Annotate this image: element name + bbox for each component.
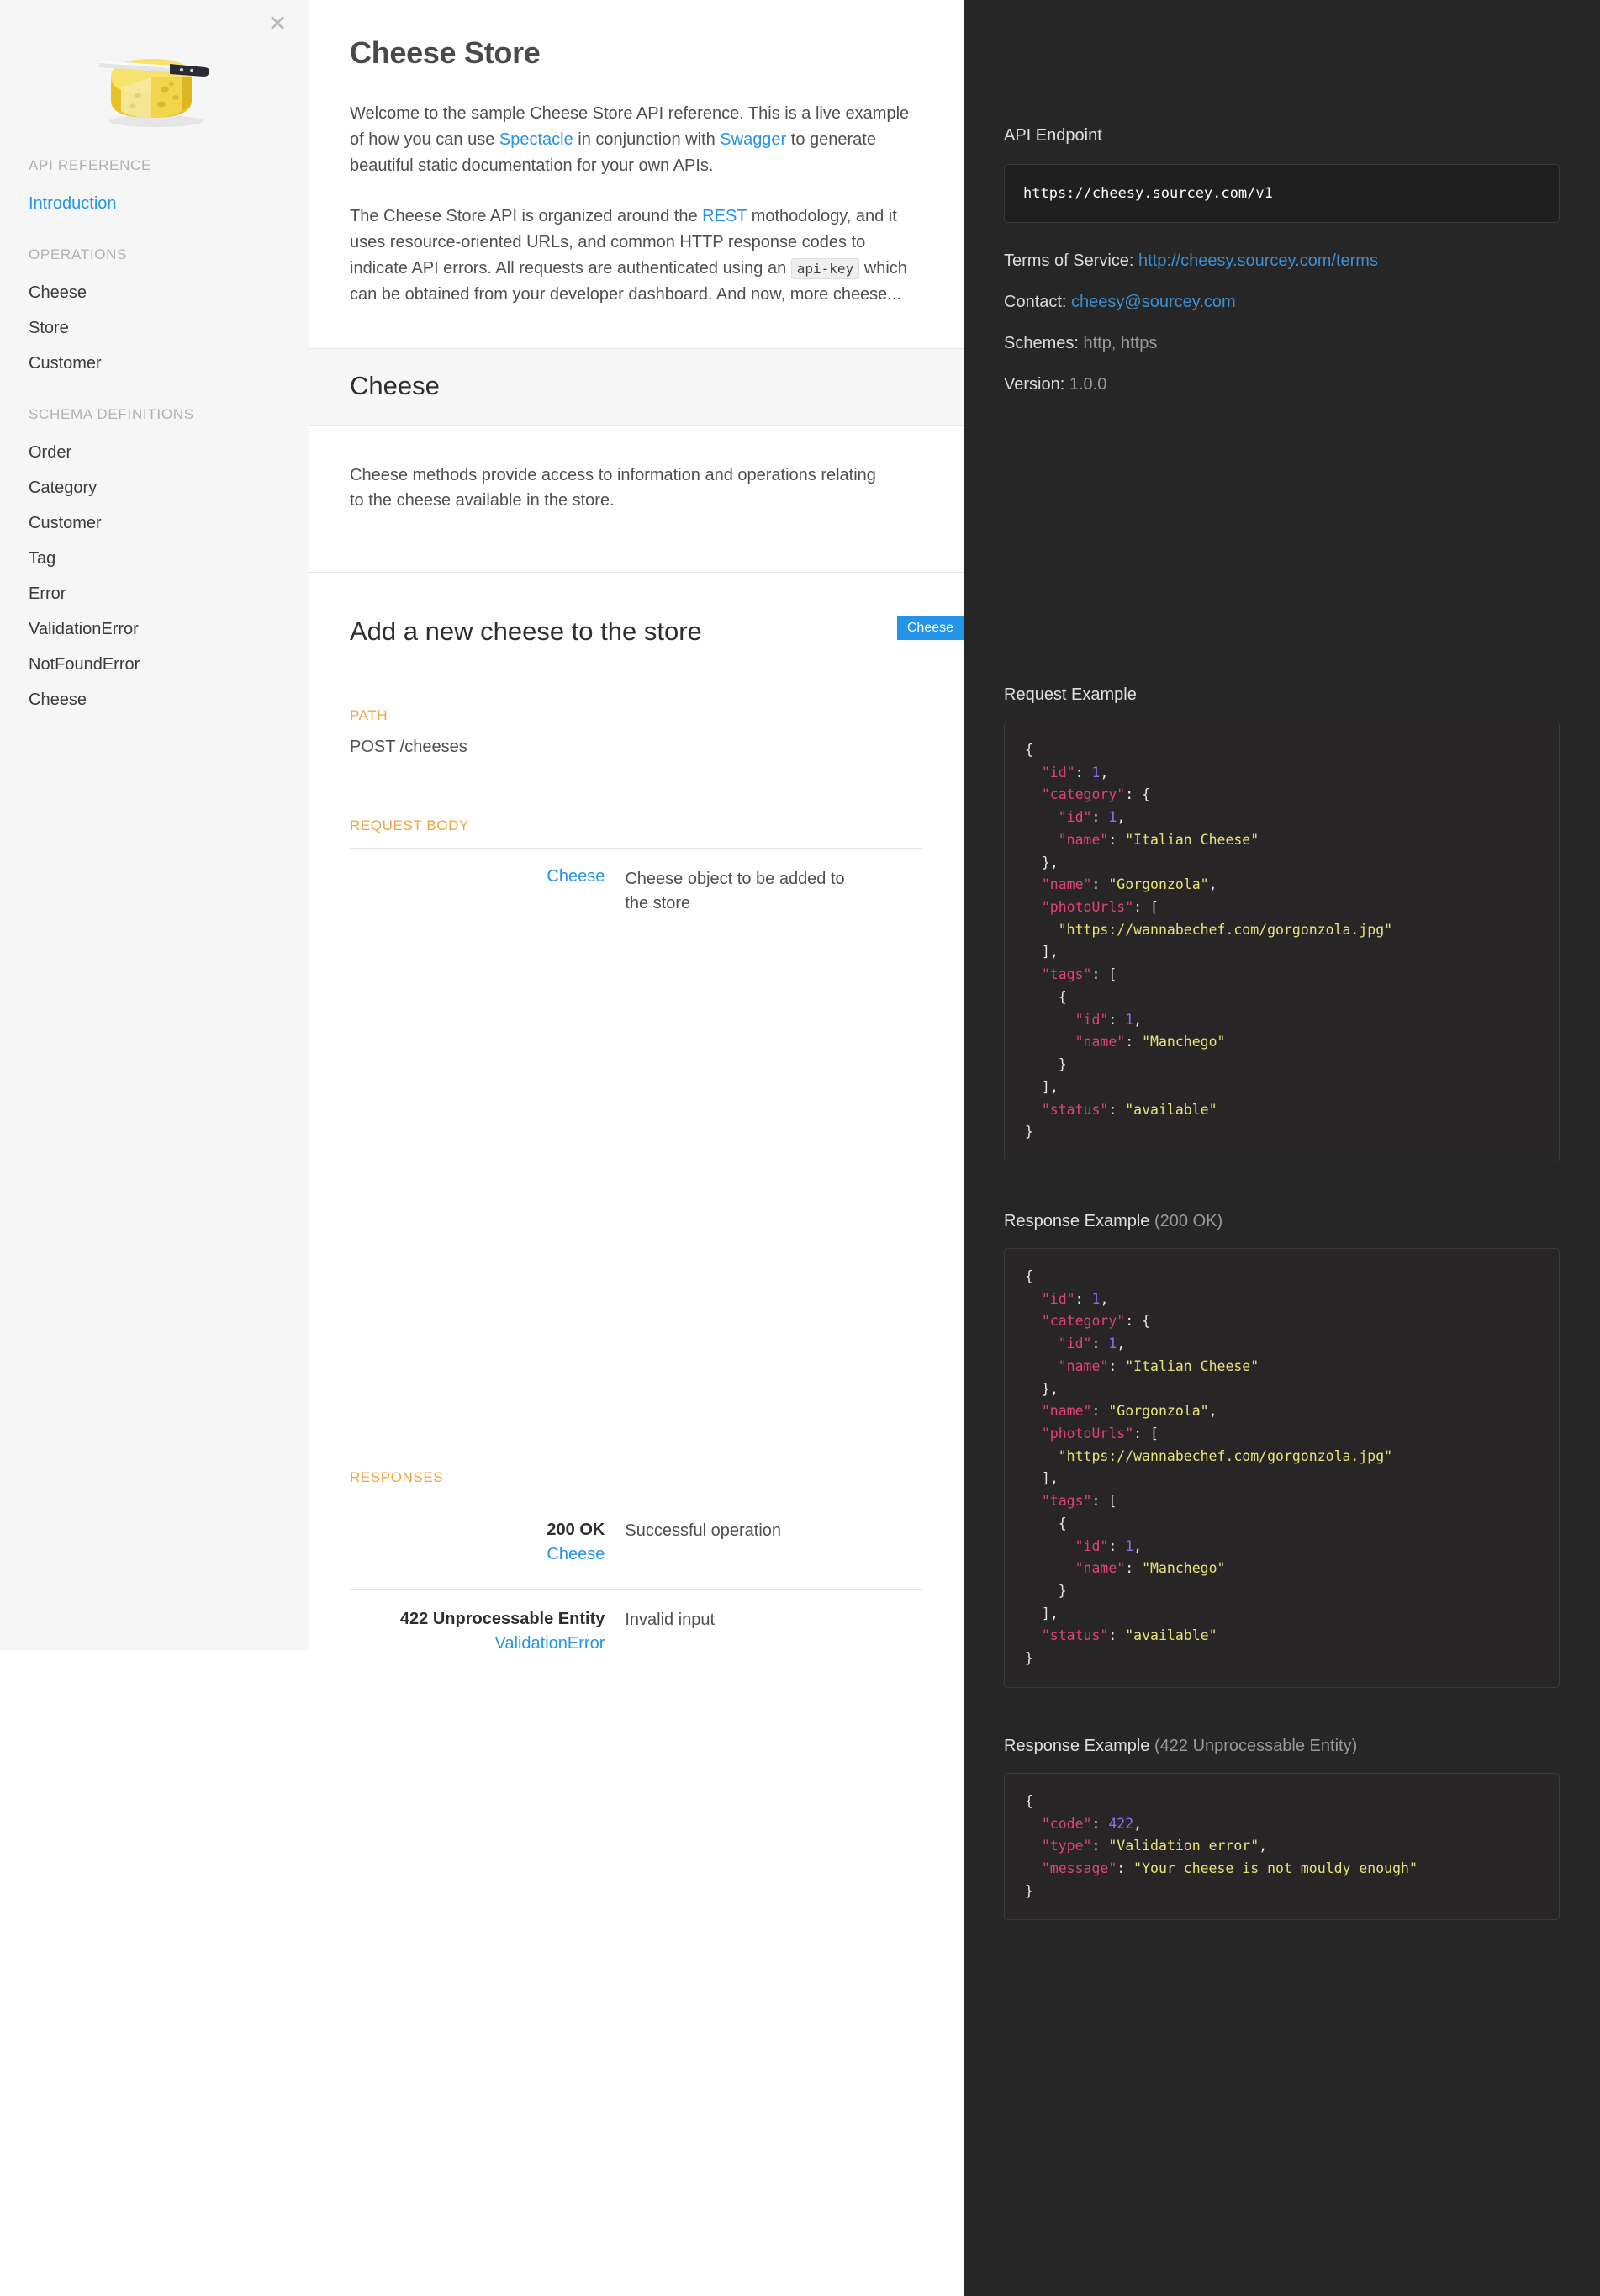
response-status-200: 200 OK Cheese xyxy=(350,1519,625,1567)
sidebar-item-order[interactable]: Order xyxy=(0,435,309,470)
response-422-title: Response Example xyxy=(1004,1736,1150,1755)
sidebar-item-store[interactable]: Store xyxy=(0,310,309,346)
swagger-link[interactable]: Swagger xyxy=(720,130,786,149)
logo xyxy=(0,0,309,157)
version-label: Version: xyxy=(1004,375,1065,394)
contact-email-link[interactable]: cheesy@sourcey.com xyxy=(1071,293,1236,311)
request-body-label: REQUEST BODY xyxy=(350,817,469,833)
nav-heading-api-reference: API REFERENCE xyxy=(29,157,152,173)
response-200-title: Response Example xyxy=(1004,1211,1150,1230)
sidebar-item-cheese[interactable]: Cheese xyxy=(0,275,309,310)
contact-line: Contact: cheesy@sourcey.com xyxy=(1004,293,1560,312)
section-description-text: Cheese methods provide access to informa… xyxy=(350,465,876,510)
schemes-line: Schemes: http, https xyxy=(1004,334,1560,353)
response-200-status: (200 OK) xyxy=(1154,1211,1223,1230)
request-example-code: { "id": 1, "category": { "id": 1, "name"… xyxy=(1004,722,1560,1161)
table-row: Cheese Cheese object to be added to the … xyxy=(350,849,923,938)
request-body-table: Cheese Cheese object to be added to the … xyxy=(350,849,923,938)
intro-p2-text-1: The Cheese Store API is organized around… xyxy=(350,207,703,226)
schemes-value: http, https xyxy=(1083,334,1158,352)
nav-heading-schema-definitions: SCHEMA DEFINITIONS xyxy=(29,406,194,422)
sidebar-item-introduction[interactable]: Introduction xyxy=(0,186,309,221)
sidebar-item-cheese-schema[interactable]: Cheese xyxy=(0,682,309,717)
sidebar-item-error[interactable]: Error xyxy=(0,576,309,611)
path-label: PATH xyxy=(350,706,388,723)
response-schema-link-200[interactable]: Cheese xyxy=(350,1542,605,1567)
response-200-code: { "id": 1, "category": { "id": 1, "name"… xyxy=(1004,1247,1560,1688)
api-key-code: api-key xyxy=(790,257,860,279)
intro-p1-text-2: in conjunction with xyxy=(573,130,721,149)
path-value: POST /cheeses xyxy=(350,737,467,756)
response-422-status: (422 Unprocessable Entity) xyxy=(1154,1736,1358,1755)
response-schema-link-422[interactable]: ValidationError xyxy=(350,1631,605,1656)
layout-spacer xyxy=(309,938,964,1409)
version-value: 1.0.0 xyxy=(1069,375,1107,394)
response-200-section: Response Example (200 OK) { "id": 1, "ca… xyxy=(1004,1161,1560,1688)
request-body-schema-link[interactable]: Cheese xyxy=(547,867,605,886)
nav-group-operations: OPERATIONS Cheese Store Customer xyxy=(0,246,309,381)
response-description-422: Invalid input xyxy=(625,1610,716,1629)
api-endpoint-box[interactable]: https://cheesy.sourcey.com/v1 xyxy=(1004,164,1560,223)
request-example-label: Request Example xyxy=(1004,685,1137,704)
response-status-code-422: 422 Unprocessable Entity xyxy=(399,1609,605,1628)
request-example-section: Request Example { "id": 1, "category": {… xyxy=(1004,416,1560,1161)
api-endpoint-label: API Endpoint xyxy=(1004,126,1102,145)
terms-of-service-link[interactable]: http://cheesy.sourcey.com/terms xyxy=(1138,251,1378,270)
close-icon[interactable]: ✕ xyxy=(265,12,290,37)
sidebar: ✕ API REFERENCE Introduction OPERATIONS … xyxy=(0,0,309,1650)
responses-table: 200 OK Cheese Successful operation 422 U… xyxy=(350,1500,923,1678)
request-body-description: Cheese object to be added to the store xyxy=(625,869,845,913)
cheese-wheel-with-knife-icon xyxy=(98,59,209,127)
section-description: Cheese methods provide access to informa… xyxy=(309,426,964,573)
intro-paragraph-1: Welcome to the sample Cheese Store API r… xyxy=(350,101,923,178)
page-root: ✕ API REFERENCE Introduction OPERATIONS … xyxy=(0,0,1600,2296)
response-200-label: Response Example (200 OK) xyxy=(1004,1212,1560,1231)
table-row: 422 Unprocessable Entity ValidationError… xyxy=(350,1590,923,1678)
request-body-key: Cheese xyxy=(350,867,625,916)
intro-block: Cheese Store Welcome to the sample Chees… xyxy=(309,35,964,308)
schemes-label: Schemes: xyxy=(1004,334,1079,352)
terms-of-service-line: Terms of Service: http://cheesy.sourcey.… xyxy=(1004,251,1560,271)
section-header-cheese: Cheese xyxy=(309,347,964,426)
version-line: Version: 1.0.0 xyxy=(1004,375,1560,394)
responses-label: RESPONSES xyxy=(350,1468,444,1485)
spectacle-link[interactable]: Spectacle xyxy=(499,130,573,149)
page-title: Cheese Store xyxy=(350,35,541,70)
operation-tag-badge[interactable]: Cheese xyxy=(896,616,964,641)
nav-group-api-reference: API REFERENCE Introduction xyxy=(0,157,309,221)
terms-of-service-label: Terms of Service: xyxy=(1004,251,1134,270)
nav-group-schema-definitions: SCHEMA DEFINITIONS Order Category Custom… xyxy=(0,406,309,717)
nav-heading-operations: OPERATIONS xyxy=(29,246,128,262)
api-endpoint-section: API Endpoint https://cheesy.sourcey.com/… xyxy=(1004,0,1560,394)
section-title: Cheese xyxy=(350,370,440,400)
sidebar-item-customer-schema[interactable]: Customer xyxy=(0,505,309,541)
response-422-code: { "code": 422, "type": "Validation error… xyxy=(1004,1772,1560,1921)
sidebar-item-category[interactable]: Category xyxy=(0,470,309,505)
side-panel: API Endpoint https://cheesy.sourcey.com/… xyxy=(964,0,1600,2296)
response-422-label: Response Example (422 Unprocessable Enti… xyxy=(1004,1737,1560,1756)
contact-label: Contact: xyxy=(1004,293,1067,311)
intro-paragraph-2: The Cheese Store API is organized around… xyxy=(350,204,923,307)
operation-title: Add a new cheese to the store xyxy=(350,616,702,646)
sidebar-item-notfounderror[interactable]: NotFoundError xyxy=(0,647,309,682)
response-description-200: Successful operation xyxy=(625,1521,782,1540)
response-status-422: 422 Unprocessable Entity ValidationError xyxy=(350,1608,625,1656)
response-status-code-200: 200 OK xyxy=(547,1520,605,1539)
sidebar-item-validationerror[interactable]: ValidationError xyxy=(0,611,309,647)
response-422-section: Response Example (422 Unprocessable Enti… xyxy=(1004,1688,1560,1921)
operation-block: Cheese Add a new cheese to the store PAT… xyxy=(309,616,964,1829)
layout-spacer-bottom xyxy=(309,1678,964,1779)
sidebar-item-tag[interactable]: Tag xyxy=(0,541,309,576)
rest-link[interactable]: REST xyxy=(702,207,747,225)
table-row: 200 OK Cheese Successful operation xyxy=(350,1500,923,1590)
main-content: Cheese Store Welcome to the sample Chees… xyxy=(309,0,964,2296)
api-endpoint-url: https://cheesy.sourcey.com/v1 xyxy=(1023,185,1273,202)
sidebar-item-customer[interactable]: Customer xyxy=(0,346,309,381)
